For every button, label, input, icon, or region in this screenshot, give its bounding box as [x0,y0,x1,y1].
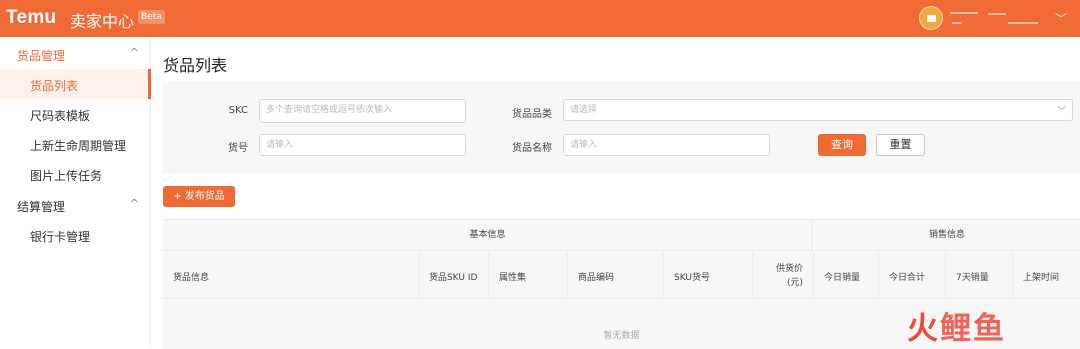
column-header[interactable]: 今日合计 [879,252,946,299]
column-header-label: 货品信息 [173,273,210,283]
header-group-sales: 销售信息 [814,220,1080,251]
column-header[interactable]: 7天销量 [946,252,1013,299]
sidebar-item-lifecycle[interactable]: 上新生命周期管理 [0,129,151,159]
account-name-blurred[interactable] [948,9,1048,29]
sidebar-item-goods-list[interactable]: 货品列表 [0,69,151,99]
category-label: 货品品类 [512,109,552,120]
column-header[interactable]: 属性集 [489,252,568,299]
sidebar-item-label: 银行卡管理 [30,230,91,244]
sidebar-item-label: 尺码表模板 [30,109,91,123]
app-title: 卖家中心 [70,12,135,31]
column-header-label: 属性集 [499,273,527,283]
sidebar-item-label: 上新生命周期管理 [30,139,127,153]
chevron-up-icon: ^ [129,46,139,59]
name-label: 货品名称 [512,143,552,154]
column-header-label: SKU货号 [674,273,710,283]
beta-badge: Beta [138,10,165,24]
column-header[interactable]: 货品信息 [163,252,420,299]
column-header-label-line-2: (元) [786,278,803,288]
sidebar-group-label: 货品管理 [17,49,66,63]
main-content: 货品列表 SKC 多个查询请空格或逗号依次输入 货品品类 请选择 ﹀ 货号 请输… [152,37,1080,349]
sidebar-group-label: 结算管理 [17,200,66,214]
page-title: 货品列表 [163,56,228,75]
watermark-part-1: 火 [907,311,940,347]
column-header-label-line-1: 供货价 [775,264,803,274]
column-header[interactable]: 上架时间 [1013,252,1080,299]
category-select[interactable]: 请选择 [563,99,1073,121]
column-header[interactable]: 今日销量 [814,252,879,299]
column-header-label: 今日合计 [889,273,926,283]
column-header-label: 上架时间 [1023,273,1060,283]
item-no-input[interactable]: 请输入 [259,134,466,156]
watermark-logo: 火鲤鱼 [907,303,1006,348]
header-group-basic: 基本信息 [163,220,813,251]
column-header-supply-price[interactable]: 供货价 (元) [753,252,814,299]
skc-label: SKC [228,105,248,116]
sidebar-item-label: 货品列表 [30,79,79,93]
chevron-up-icon: ^ [129,197,139,210]
column-header[interactable]: SKU货号 [664,252,753,299]
column-header[interactable]: 货品SKU ID [420,252,489,299]
watermark-part-2: 鲤鱼 [940,311,1006,347]
column-header-label: 货品SKU ID [429,273,478,283]
query-button[interactable]: 查询 [818,134,866,156]
sidebar-item-bank-card[interactable]: 银行卡管理 [0,220,151,250]
skc-textarea[interactable]: 多个查询请空格或逗号依次输入 [259,99,466,123]
sidebar-item-size-template[interactable]: 尺码表模板 [0,99,151,129]
column-header-label: 7天销量 [956,273,989,283]
sidebar-group-goods[interactable]: 货品管理 ^ [0,39,151,69]
column-header-label: 供货价 (元) [776,262,803,290]
column-header-label: 今日销量 [824,273,861,283]
item-no-label: 货号 [228,143,248,154]
temu-logo[interactable]: Temu [6,7,56,29]
publish-goods-button[interactable]: + 发布货品 [163,186,235,207]
top-bar: Temu 卖家中心 Beta ﹀ [0,0,1080,37]
column-header[interactable]: 商品编码 [568,252,664,299]
sidebar-item-image-upload[interactable]: 图片上传任务 [0,159,151,189]
chevron-down-icon[interactable]: ﹀ [1055,10,1067,27]
sidebar: 货品管理 ^ 货品列表 尺码表模板 上新生命周期管理 图片上传任务 结算管理 ^… [0,37,151,348]
sidebar-group-settlement[interactable]: 结算管理 ^ [0,190,151,220]
reset-button[interactable]: 重置 [876,134,925,156]
chevron-down-icon: ﹀ [1057,107,1067,117]
column-header-label: 商品编码 [578,273,615,283]
name-input[interactable]: 请输入 [563,134,770,156]
user-avatar-icon[interactable] [919,6,943,30]
filter-panel [163,81,1080,174]
sidebar-item-label: 图片上传任务 [30,169,103,183]
